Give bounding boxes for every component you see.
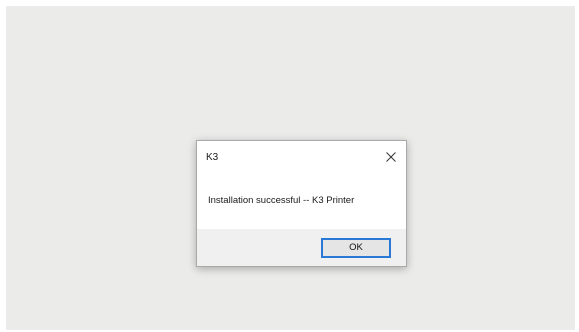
dialog-body: Installation successful -- K3 Printer	[197, 173, 406, 229]
dialog-message: Installation successful -- K3 Printer	[208, 195, 355, 206]
message-dialog: K3 Installation successful -- K3 Printer…	[196, 140, 407, 267]
close-button[interactable]	[380, 147, 402, 167]
ok-button[interactable]: OK	[321, 238, 391, 258]
close-icon	[386, 152, 396, 162]
desktop-background: K3 Installation successful -- K3 Printer…	[6, 6, 575, 330]
dialog-titlebar: K3	[197, 141, 406, 173]
dialog-title: K3	[206, 152, 219, 163]
dialog-footer: OK	[197, 229, 406, 266]
